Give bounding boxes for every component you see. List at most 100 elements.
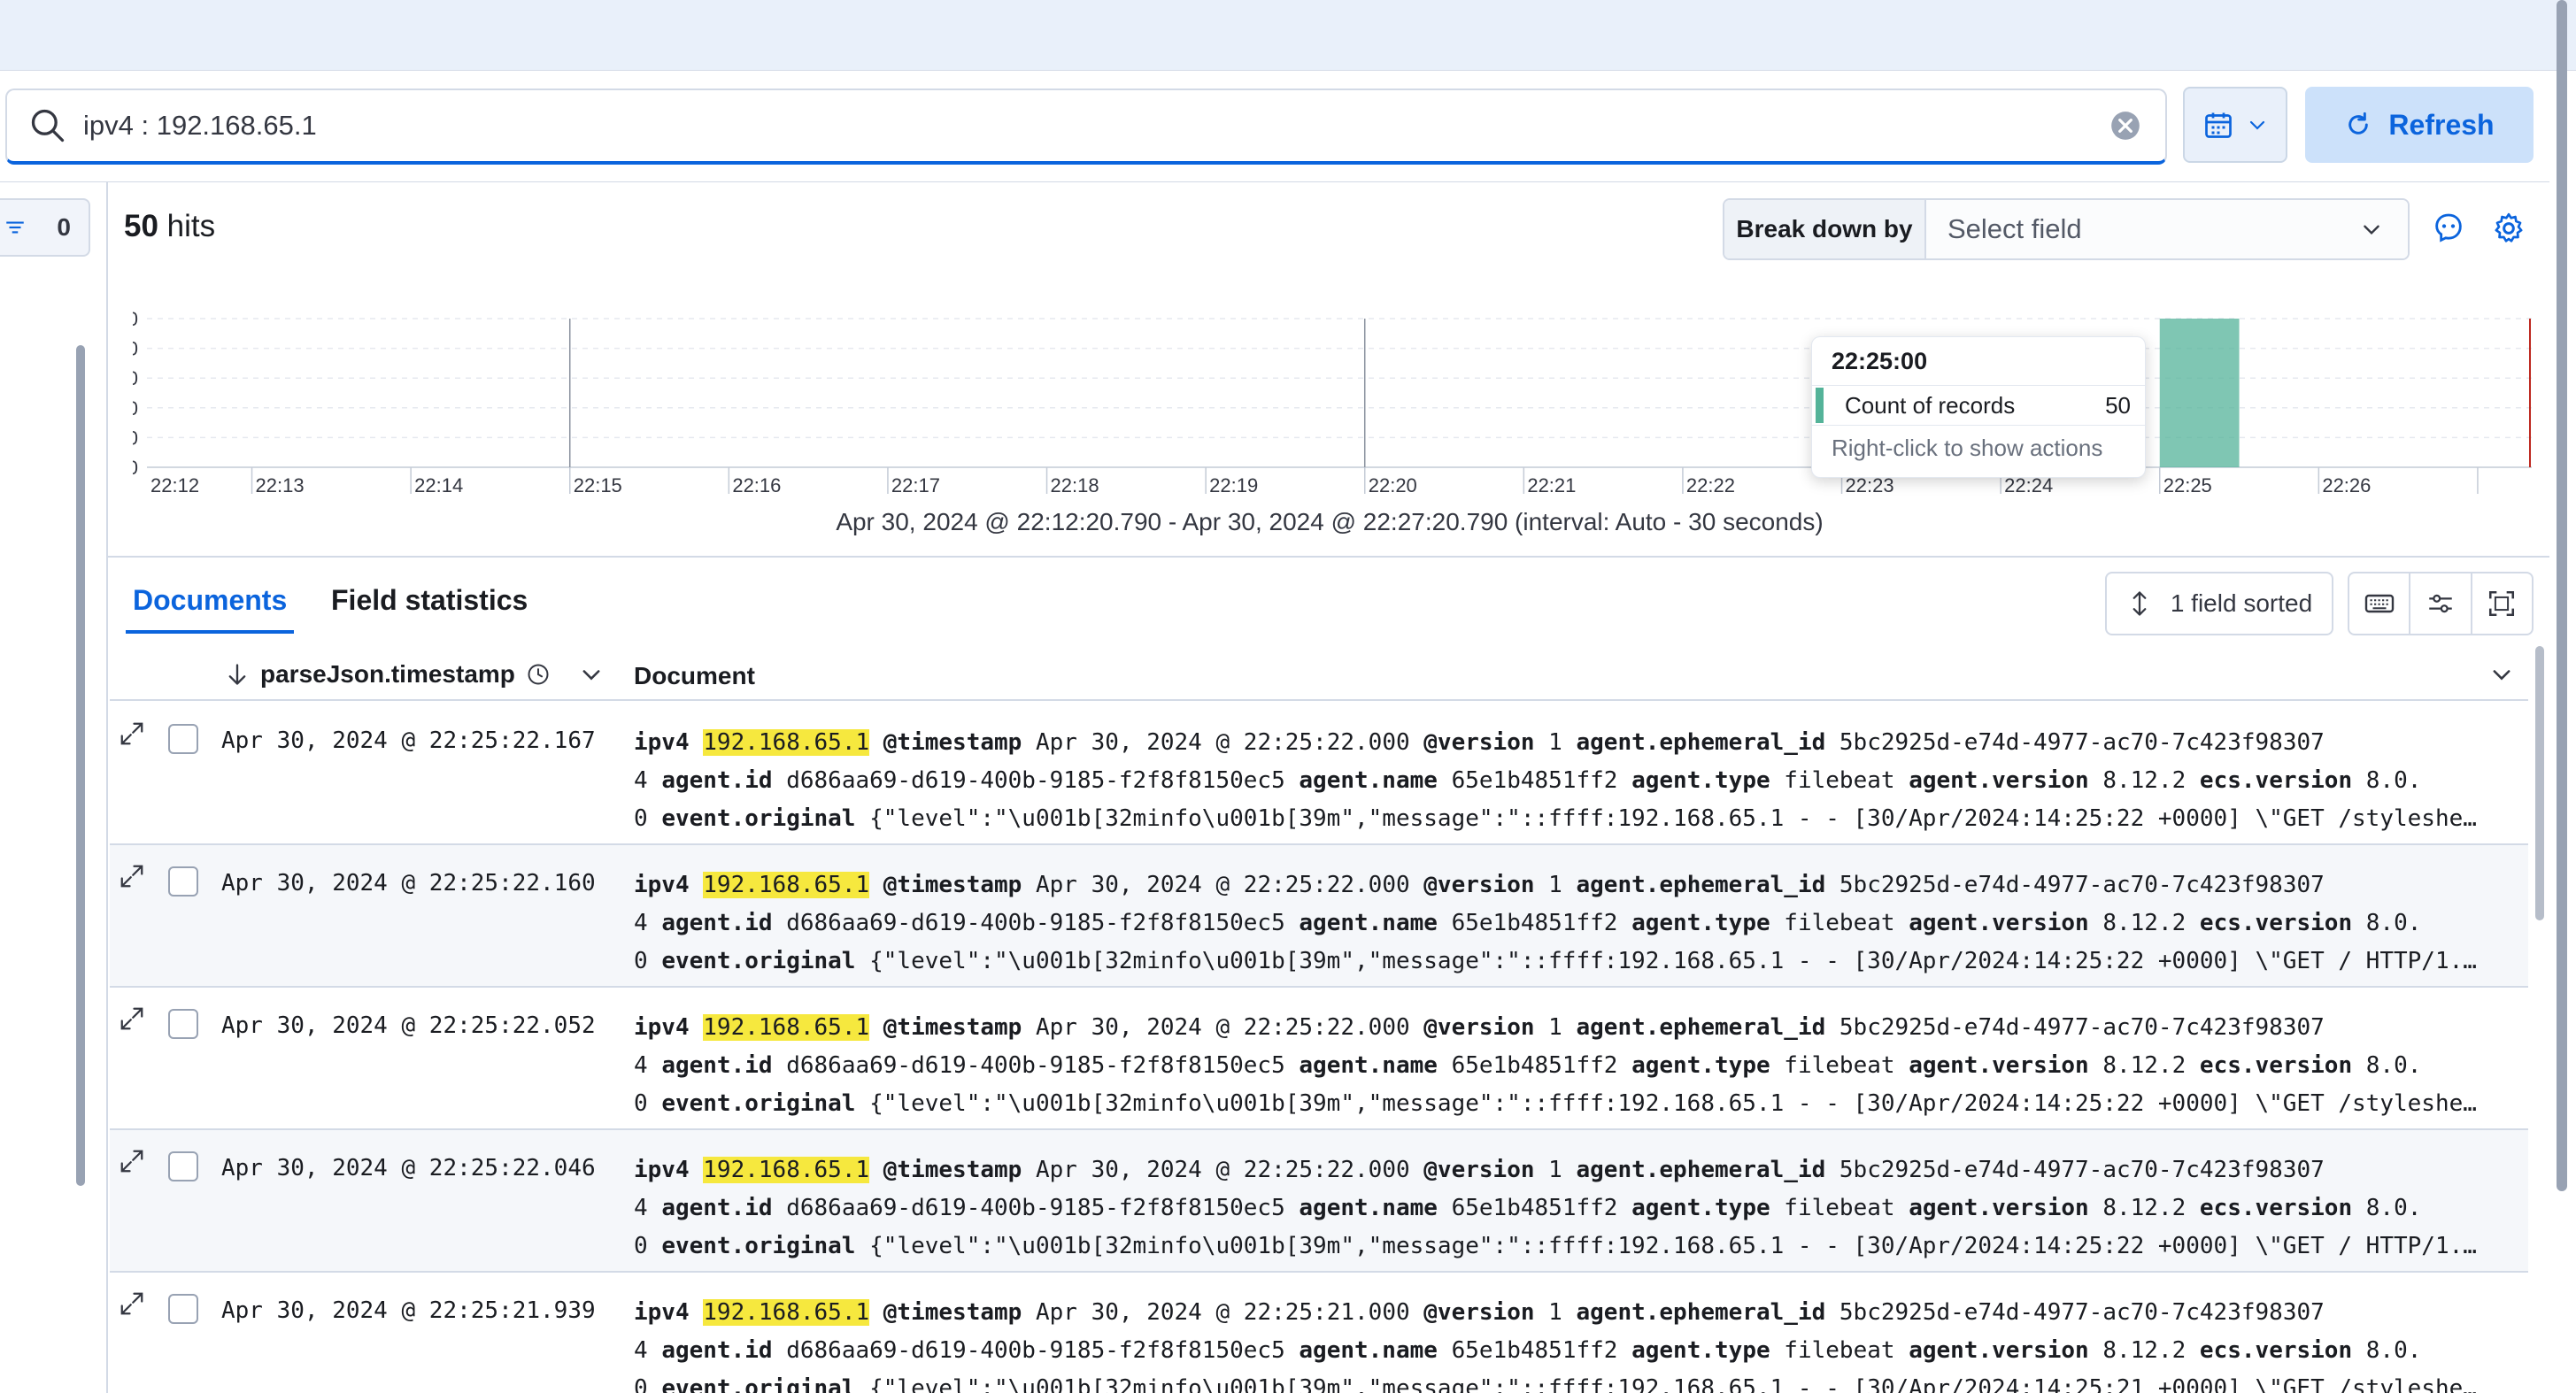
expand-row-icon[interactable]: [119, 1148, 145, 1174]
field-name: agent.ephemeral_id: [1576, 1157, 1826, 1183]
ai-brain-icon: [2435, 213, 2462, 242]
tooltip-series-swatch: [1816, 388, 1824, 423]
table-row[interactable]: Apr 30, 2024 @ 22:25:22.160 ipv4 192.168…: [110, 845, 2528, 988]
y-tick-label: 10: [133, 427, 138, 449]
field-value: Apr 30, 2024 @ 22:25:22.000: [1035, 1157, 1410, 1183]
timestamp-column-menu-icon[interactable]: [579, 662, 604, 687]
field-value: 4: [634, 1337, 648, 1364]
field-name: agent.version: [1909, 767, 2089, 794]
expand-row-icon[interactable]: [119, 1005, 145, 1032]
field-value: 65e1b4851ff2: [1451, 1337, 1618, 1364]
breakdown-placeholder: Select field: [1947, 213, 2082, 244]
field-value: 4: [634, 767, 648, 794]
table-row[interactable]: Apr 30, 2024 @ 22:25:21.939 ipv4 192.168…: [110, 1273, 2528, 1393]
clear-search-icon[interactable]: [2109, 109, 2142, 142]
tooltip-hint: Right-click to show actions: [1832, 435, 2103, 461]
field-name: agent.id: [661, 1052, 773, 1079]
field-value: 8.0.: [2365, 1052, 2422, 1079]
toolbar-divider: [0, 181, 2549, 182]
date-picker-button[interactable]: [2183, 87, 2287, 163]
row-checkbox[interactable]: [168, 1151, 198, 1181]
field-value: 8.0.: [2365, 1195, 2422, 1221]
search-input[interactable]: ipv4 : 192.168.65.1: [83, 110, 2109, 142]
field-name: ecs.version: [2199, 767, 2353, 794]
x-tick-label: 22:25: [2163, 474, 2212, 496]
top-header-band: [0, 0, 2576, 71]
field-name: ipv4: [634, 1299, 690, 1326]
field-name: @version: [1423, 1157, 1535, 1183]
highlighted-ip: 192.168.65.1: [703, 1299, 870, 1326]
grid-scrollbar[interactable]: [2535, 646, 2544, 920]
table-row[interactable]: Apr 30, 2024 @ 22:25:22.167 ipv4 192.168…: [110, 703, 2528, 845]
field-value: filebeat: [1784, 910, 1895, 936]
y-tick-label: 30: [133, 367, 138, 389]
sidebar-scrollbar[interactable]: [76, 345, 85, 1186]
page-scrollbar[interactable]: [2557, 0, 2567, 1191]
expand-row-icon[interactable]: [119, 863, 145, 889]
refresh-button[interactable]: Refresh: [2305, 87, 2534, 163]
search-bar[interactable]: ipv4 : 192.168.65.1: [5, 89, 2167, 165]
ai-assistant-button[interactable]: [2426, 205, 2472, 251]
field-value: 5bc2925d-e74d-4977-ac70-7c423f98307: [1839, 1157, 2325, 1183]
field-value: 0: [634, 1090, 648, 1117]
chart-tooltip: 22:25:00 Count of records 50 Right-click…: [1811, 336, 2146, 478]
fullscreen-button[interactable]: [2472, 573, 2532, 634]
sort-fields-button[interactable]: 1 field sorted: [2105, 572, 2333, 635]
x-tick-label: 22:18: [1051, 474, 1099, 496]
row-checkbox[interactable]: [168, 866, 198, 897]
field-name: ipv4: [634, 1157, 690, 1183]
table-row[interactable]: Apr 30, 2024 @ 22:25:22.046 ipv4 192.168…: [110, 1130, 2528, 1273]
row-checkbox[interactable]: [168, 1009, 198, 1039]
y-tick-label: 50: [133, 308, 138, 330]
tab-field-statistics[interactable]: Field statistics: [331, 584, 528, 617]
display-settings-button[interactable]: [2410, 573, 2472, 634]
field-value: Apr 30, 2024 @ 22:25:22.000: [1035, 1014, 1410, 1041]
row-checkbox[interactable]: [168, 724, 198, 754]
row-checkbox[interactable]: [168, 1294, 198, 1324]
field-value: Apr 30, 2024 @ 22:25:21.000: [1035, 1299, 1410, 1326]
timestamp-column-label: parseJson.timestamp: [260, 660, 515, 688]
tooltip-row: Count of records 50: [1812, 385, 2145, 426]
field-value: 1: [1548, 729, 1562, 756]
field-value: 4: [634, 1195, 648, 1221]
calendar-icon: [2205, 112, 2232, 138]
tab-documents[interactable]: Documents: [133, 584, 287, 617]
filter-count-button[interactable]: 0: [0, 198, 90, 257]
highlighted-ip: 192.168.65.1: [703, 1157, 870, 1183]
expand-row-icon[interactable]: [119, 1290, 145, 1317]
keyboard-shortcuts-button[interactable]: [2349, 573, 2411, 634]
breakdown-selector[interactable]: Break down by Select field: [1723, 198, 2410, 260]
histogram-bar: [2159, 319, 2240, 467]
field-name: ipv4: [634, 729, 690, 756]
field-name: ecs.version: [2199, 910, 2353, 936]
row-timestamp: Apr 30, 2024 @ 22:25:22.167: [221, 727, 596, 754]
field-value: filebeat: [1784, 767, 1895, 794]
field-name: event.original: [661, 1233, 856, 1259]
document-column-menu-icon[interactable]: [2489, 662, 2514, 687]
field-name: ecs.version: [2199, 1195, 2353, 1221]
x-tick-label: 22:12: [150, 474, 199, 496]
gear-icon: [2495, 212, 2523, 242]
y-tick-label: 0: [133, 457, 138, 479]
field-name: @timestamp: [883, 1014, 1022, 1041]
field-value: 1: [1548, 1299, 1562, 1326]
chevron-down-icon: [2364, 225, 2379, 235]
field-name: agent.type: [1631, 767, 1770, 794]
document-line: ipv4 192.168.65.1 @timestamp Apr 30, 202…: [634, 724, 2503, 762]
field-value: filebeat: [1784, 1195, 1895, 1221]
field-name: @timestamp: [883, 729, 1022, 756]
column-header-document[interactable]: Document: [634, 662, 755, 690]
field-value: 8.0.: [2365, 1337, 2422, 1364]
expand-row-icon[interactable]: [119, 720, 145, 747]
field-value: Apr 30, 2024 @ 22:25:22.000: [1035, 872, 1410, 898]
x-tick-label: 22:26: [2322, 474, 2371, 496]
highlighted-ip: 192.168.65.1: [703, 1014, 870, 1041]
field-value: {"level":"\u001b[32minfo\u001b[39m","mes…: [869, 948, 2477, 974]
histogram-chart[interactable]: 0 10 20 30 40 50 22:12 22:13 22:14 22:15 22:16 22:1…: [133, 283, 2541, 496]
row-document: ipv4 192.168.65.1 @timestamp Apr 30, 202…: [634, 1151, 2503, 1266]
chart-settings-button[interactable]: [2486, 205, 2532, 251]
column-header-timestamp[interactable]: parseJson.timestamp: [225, 660, 551, 689]
breakdown-field-select[interactable]: Select field: [1926, 200, 2408, 258]
clock-icon: [528, 664, 549, 685]
table-row[interactable]: Apr 30, 2024 @ 22:25:22.052 ipv4 192.168…: [110, 988, 2528, 1130]
